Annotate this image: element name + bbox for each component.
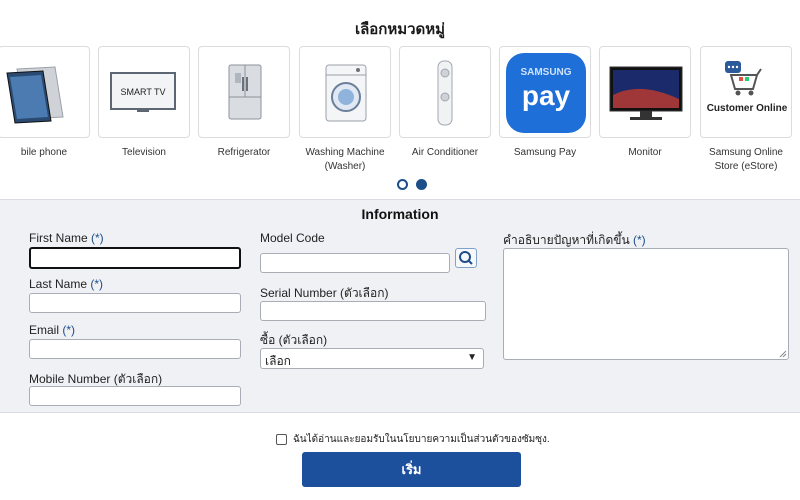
carousel-dot-1[interactable] (397, 179, 408, 190)
purchase-select[interactable]: เลือก ▼ (260, 348, 484, 369)
model-code-search-button[interactable] (455, 248, 477, 268)
first-name-label: First Name (*) (29, 231, 104, 245)
model-code-label: Model Code (260, 231, 325, 245)
start-button[interactable]: เริ่ม (302, 452, 521, 487)
category-mobile-phone[interactable]: bile phone (0, 46, 90, 160)
mobile-number-field[interactable] (29, 386, 241, 406)
category-samsung-pay[interactable]: SAMSUNG pay Samsung Pay (499, 46, 591, 160)
submit-section: ฉันได้อ่านและยอมรับในนโยบายความเป็นส่วนต… (0, 414, 800, 500)
resize-grip-icon[interactable] (779, 350, 787, 358)
problem-description-textarea[interactable] (503, 248, 789, 360)
purchase-select-value: เลือก (265, 354, 291, 368)
privacy-consent-label[interactable]: ฉันได้อ่านและยอมรับในนโยบายความเป็นส่วนต… (293, 432, 550, 447)
category-carousel: bile phone SMART TV Television Refrigera… (0, 46, 800, 176)
category-section: เลือกหมวดหมู่ bile phone SMART TV Televi… (0, 0, 800, 199)
refrigerator-icon (228, 64, 262, 120)
washing-machine-icon (325, 64, 367, 122)
category-air-conditioner[interactable]: Air Conditioner (399, 46, 491, 160)
model-code-field[interactable] (260, 253, 450, 273)
television-icon: SMART TV (110, 72, 176, 112)
category-title: เลือกหมวดหมู่ (354, 21, 446, 38)
tv-screen-text: SMART TV (120, 87, 165, 97)
customer-online-logo-text: Customer Online (706, 103, 788, 114)
samsung-pay-logo: SAMSUNG pay (506, 53, 586, 133)
carousel-dot-2[interactable] (416, 179, 427, 190)
privacy-consent-checkbox[interactable] (276, 434, 287, 445)
monitor-icon (609, 66, 683, 120)
category-online-store[interactable]: Customer Online Samsung Online Store (eS… (700, 46, 792, 174)
email-field[interactable] (29, 339, 241, 359)
chevron-down-icon: ▼ (467, 352, 477, 363)
serial-number-field[interactable] (260, 301, 486, 321)
category-monitor[interactable]: Monitor (599, 46, 691, 160)
category-television[interactable]: SMART TV Television (98, 46, 190, 160)
email-label: Email (*) (29, 323, 76, 337)
form-title: Information (361, 206, 439, 222)
customer-online-cart-icon (725, 61, 762, 96)
search-icon (459, 251, 473, 265)
category-washing-machine[interactable]: Washing Machine (Washer) (299, 46, 391, 174)
last-name-field[interactable] (29, 293, 241, 313)
last-name-label: Last Name (*) (29, 277, 104, 291)
first-name-field[interactable] (29, 247, 241, 269)
svg-text:SAMSUNG: SAMSUNG (520, 67, 571, 78)
information-form: Information First Name (*) Last Name (*)… (0, 199, 800, 413)
mobile-phone-icon (6, 66, 64, 124)
svg-text:pay: pay (522, 80, 571, 111)
category-refrigerator[interactable]: Refrigerator (198, 46, 290, 160)
air-conditioner-icon (437, 60, 453, 126)
